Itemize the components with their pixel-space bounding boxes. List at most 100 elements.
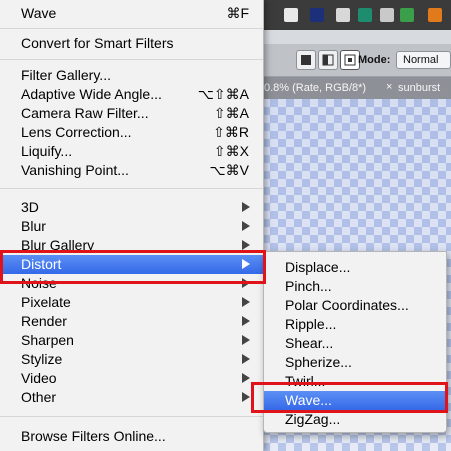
menu-item-lens-correction[interactable]: Lens Correction... ⇧⌘R xyxy=(0,123,263,142)
distort-submenu: Displace... Pinch... Polar Coordinates..… xyxy=(263,251,447,433)
menu-item-sharpen[interactable]: Sharpen xyxy=(0,331,263,350)
submenu-arrow-icon xyxy=(242,259,250,269)
document-tab-title[interactable]: 0.8% (Rate, RGB/8*) xyxy=(264,82,366,94)
submenu-arrow-icon xyxy=(242,221,250,231)
menu-item-label: Pixelate xyxy=(21,294,71,310)
filter-menu: Wave ⌘F Convert for Smart Filters Filter… xyxy=(0,0,264,451)
menu-item-shortcut: ⇧⌘A xyxy=(213,105,249,121)
menu-item-liquify[interactable]: Liquify... ⇧⌘X xyxy=(0,142,263,161)
menu-item-label: Vanishing Point... xyxy=(21,162,129,178)
close-tab-icon[interactable]: × xyxy=(386,81,392,93)
menu-item-shortcut: ⇧⌘R xyxy=(213,124,249,140)
menu-item-vanishing-point[interactable]: Vanishing Point... ⌥⌘V xyxy=(0,161,263,180)
menu-item-render[interactable]: Render xyxy=(0,312,263,331)
toolbar-swatch-icon[interactable] xyxy=(358,8,372,22)
menu-item-label: Wave xyxy=(21,5,57,21)
menu-item-camera-raw-filter[interactable]: Camera Raw Filter... ⇧⌘A xyxy=(0,104,263,123)
menu-separator xyxy=(0,28,263,29)
menu-item-label: Render xyxy=(21,313,67,329)
menu-item-shortcut: ⌥⇧⌘A xyxy=(197,86,249,102)
menu-item-filter-gallery[interactable]: Filter Gallery... xyxy=(0,66,263,85)
submenu-arrow-icon xyxy=(242,316,250,326)
toolbar-swatch-icon[interactable] xyxy=(428,8,442,22)
submenu-item-twirl[interactable]: Twirl... xyxy=(264,372,446,391)
menu-item-label: Adaptive Wide Angle... xyxy=(21,86,162,102)
menu-item-blur[interactable]: Blur xyxy=(0,217,263,236)
menu-item-label: Blur Gallery xyxy=(21,237,95,253)
menu-item-pixelate[interactable]: Pixelate xyxy=(0,293,263,312)
menu-item-stylize[interactable]: Stylize xyxy=(0,350,263,369)
submenu-arrow-icon xyxy=(242,354,250,364)
menu-item-label: Filter Gallery... xyxy=(21,67,111,83)
menu-item-adaptive-wide-angle[interactable]: Adaptive Wide Angle... ⌥⇧⌘A xyxy=(0,85,263,104)
submenu-item-label: Pinch... xyxy=(285,278,332,294)
menu-item-shortcut: ⌘F xyxy=(226,5,249,21)
menu-item-last-filter[interactable]: Wave ⌘F xyxy=(0,4,263,23)
submenu-item-displace[interactable]: Displace... xyxy=(264,258,446,277)
submenu-item-wave[interactable]: Wave... xyxy=(264,391,446,410)
menu-item-label: Liquify... xyxy=(21,143,73,159)
menu-item-blur-gallery[interactable]: Blur Gallery xyxy=(0,236,263,255)
menu-item-video[interactable]: Video xyxy=(0,369,263,388)
submenu-item-label: Spherize... xyxy=(285,354,352,370)
second-document-tab[interactable]: sunburst xyxy=(398,82,440,94)
frame-icon xyxy=(344,54,356,66)
menu-separator xyxy=(0,59,263,60)
toolbar-swatch-icon[interactable] xyxy=(380,8,394,22)
submenu-item-label: Displace... xyxy=(285,259,351,275)
submenu-item-label: Ripple... xyxy=(285,316,337,332)
submenu-item-pinch[interactable]: Pinch... xyxy=(264,277,446,296)
submenu-arrow-icon xyxy=(242,392,250,402)
menu-item-shortcut: ⇧⌘X xyxy=(213,143,249,159)
menu-item-label: 3D xyxy=(21,199,39,215)
menu-item-noise[interactable]: Noise xyxy=(0,274,263,293)
menu-item-other[interactable]: Other xyxy=(0,388,263,407)
align-option-button[interactable] xyxy=(318,50,338,70)
menu-item-label: Convert for Smart Filters xyxy=(21,35,174,51)
mode-label: Mode: xyxy=(358,54,391,66)
submenu-item-spherize[interactable]: Spherize... xyxy=(264,353,446,372)
mode-select[interactable]: Normal xyxy=(396,51,451,69)
submenu-arrow-icon xyxy=(242,373,250,383)
toolbar-swatch-icon[interactable] xyxy=(284,8,298,22)
submenu-item-label: ZigZag... xyxy=(285,411,341,427)
menu-item-convert-smart-filters[interactable]: Convert for Smart Filters xyxy=(0,34,263,53)
submenu-arrow-icon xyxy=(242,335,250,345)
submenu-item-zigzag[interactable]: ZigZag... xyxy=(264,410,446,429)
menu-item-label: Other xyxy=(21,389,57,405)
menu-separator xyxy=(0,188,263,189)
menu-item-3d[interactable]: 3D xyxy=(0,198,263,217)
menu-item-label: Camera Raw Filter... xyxy=(21,105,149,121)
submenu-arrow-icon xyxy=(242,202,250,212)
submenu-item-ripple[interactable]: Ripple... xyxy=(264,315,446,334)
toolbar-swatch-icon[interactable] xyxy=(336,8,350,22)
align-option-button-active[interactable] xyxy=(340,50,360,70)
submenu-item-shear[interactable]: Shear... xyxy=(264,334,446,353)
menu-item-label: Video xyxy=(21,370,57,386)
menu-item-label: Distort xyxy=(21,256,62,272)
submenu-item-label: Shear... xyxy=(285,335,334,351)
menu-item-label: Lens Correction... xyxy=(21,124,132,140)
toolbar-swatch-icon[interactable] xyxy=(400,8,414,22)
submenu-item-label: Twirl... xyxy=(285,373,326,389)
submenu-arrow-icon xyxy=(242,278,250,288)
submenu-arrow-icon xyxy=(242,297,250,307)
menu-item-label: Sharpen xyxy=(21,332,74,348)
align-option-button[interactable] xyxy=(296,50,316,70)
submenu-item-label: Wave... xyxy=(285,392,332,408)
menu-item-distort[interactable]: Distort xyxy=(0,255,263,274)
half-square-icon xyxy=(322,54,334,66)
square-icon xyxy=(301,55,311,65)
menu-item-browse-filters-online[interactable]: Browse Filters Online... xyxy=(0,427,263,446)
menu-separator xyxy=(0,416,263,417)
menu-item-label: Blur xyxy=(21,218,46,234)
submenu-arrow-icon xyxy=(242,240,250,250)
submenu-item-polar-coordinates[interactable]: Polar Coordinates... xyxy=(264,296,446,315)
menu-item-label: Stylize xyxy=(21,351,63,367)
menu-item-shortcut: ⌥⌘V xyxy=(209,162,249,178)
menu-item-label: Noise xyxy=(21,275,57,291)
menu-item-label: Browse Filters Online... xyxy=(21,428,166,444)
toolbar-swatch-icon[interactable] xyxy=(310,8,324,22)
submenu-item-label: Polar Coordinates... xyxy=(285,297,409,313)
app-top-toolbar xyxy=(262,0,451,30)
